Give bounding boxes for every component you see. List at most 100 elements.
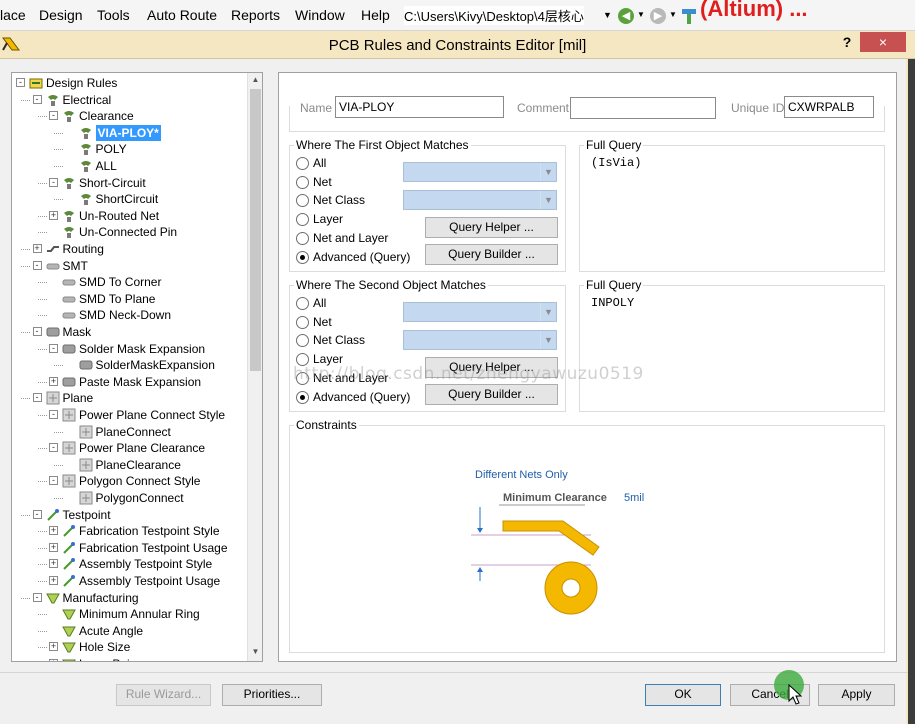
radio-layer[interactable] bbox=[296, 353, 309, 367]
tree-item[interactable]: - Short-Circuit bbox=[12, 175, 248, 191]
menu-design[interactable]: Design bbox=[39, 7, 83, 23]
expand-icon[interactable]: + bbox=[49, 526, 58, 536]
radio-all[interactable] bbox=[296, 157, 309, 170]
tree-item[interactable]: SMD To Corner bbox=[12, 274, 248, 290]
radio-advanced-query[interactable] bbox=[296, 390, 309, 404]
expand-icon[interactable]: + bbox=[49, 210, 58, 220]
tree-item[interactable]: - Plane bbox=[12, 390, 248, 406]
tree-item[interactable]: - SMT bbox=[12, 258, 248, 274]
forward-icon[interactable]: ▶ bbox=[650, 8, 666, 24]
menu-window[interactable]: Window bbox=[295, 7, 345, 23]
tree-item[interactable]: - Power Plane Connect Style bbox=[12, 407, 248, 423]
tree-item[interactable]: Un-Connected Pin bbox=[12, 224, 248, 240]
first-query-builder-button[interactable]: Query Builder ... bbox=[425, 244, 558, 265]
tree-scrollbar[interactable]: ▲ ▼ bbox=[247, 73, 262, 661]
different-nets-only-link[interactable]: Different Nets Only bbox=[475, 469, 568, 481]
tree-item[interactable]: + Routing bbox=[12, 241, 248, 257]
tree-item[interactable]: + Fabrication Testpoint Usage bbox=[12, 540, 248, 556]
tree-item[interactable]: ShortCircuit bbox=[12, 191, 248, 207]
back-icon[interactable]: ◀ bbox=[618, 8, 634, 24]
tree-item[interactable]: Acute Angle bbox=[12, 623, 248, 639]
tree-item[interactable]: - Mask bbox=[12, 324, 248, 340]
help-button[interactable]: ? bbox=[838, 34, 856, 54]
first-full-query-text[interactable]: (IsVia) bbox=[591, 156, 641, 170]
collapse-icon[interactable]: - bbox=[32, 327, 42, 336]
tree-item[interactable]: - Clearance bbox=[12, 108, 248, 124]
radio-all[interactable] bbox=[296, 297, 309, 310]
second-full-query-text[interactable]: INPOLY bbox=[591, 296, 634, 310]
tree-item[interactable]: ALL bbox=[12, 158, 248, 174]
expand-icon[interactable]: + bbox=[49, 659, 58, 661]
tree-item[interactable]: VIA-PLOY* bbox=[12, 124, 248, 141]
tree-item[interactable]: + Hole Size bbox=[12, 639, 248, 655]
menu-tools[interactable]: Tools bbox=[97, 7, 130, 23]
tree-item[interactable]: - Polygon Connect Style bbox=[12, 473, 248, 489]
tree-item[interactable]: - Electrical bbox=[12, 92, 248, 108]
tree-item[interactable]: SolderMaskExpansion bbox=[12, 357, 248, 373]
radio-net[interactable] bbox=[296, 175, 309, 189]
menu-place[interactable]: lace bbox=[0, 7, 26, 23]
menu-auto-route[interactable]: Auto Route bbox=[147, 7, 217, 23]
tree-item[interactable]: + Assembly Testpoint Usage bbox=[12, 573, 248, 589]
first-query-helper-button[interactable]: Query Helper ... bbox=[425, 217, 558, 238]
tree-item[interactable]: - Testpoint bbox=[12, 507, 248, 523]
radio-advanced-query[interactable] bbox=[296, 250, 309, 264]
tree-item[interactable]: + Paste Mask Expansion bbox=[12, 374, 248, 390]
tree-item[interactable]: - Design Rules bbox=[12, 75, 248, 91]
collapse-icon[interactable]: - bbox=[49, 443, 58, 453]
tree-item[interactable]: PlaneClearance bbox=[12, 457, 248, 473]
collapse-icon[interactable]: - bbox=[49, 111, 58, 121]
menu-help[interactable]: Help bbox=[361, 7, 390, 23]
tree-item[interactable]: Minimum Annular Ring bbox=[12, 606, 248, 622]
collapse-icon[interactable]: - bbox=[32, 592, 42, 602]
apply-button[interactable]: Apply bbox=[818, 684, 895, 706]
tree-item[interactable]: + Layer Pairs bbox=[12, 656, 248, 661]
tree-item[interactable]: + Fabrication Testpoint Style bbox=[12, 523, 248, 539]
expand-icon[interactable]: + bbox=[49, 559, 58, 569]
tree-item[interactable]: - Power Plane Clearance bbox=[12, 440, 248, 456]
scroll-up-icon[interactable]: ▲ bbox=[250, 75, 261, 87]
forward-dropdown-icon[interactable]: ▼ bbox=[669, 10, 677, 19]
scroll-down-icon[interactable]: ▼ bbox=[250, 647, 261, 659]
back-dropdown-icon[interactable]: ▼ bbox=[637, 10, 645, 19]
tree-item[interactable]: - Solder Mask Expansion bbox=[12, 341, 248, 357]
comment-field[interactable] bbox=[570, 97, 716, 119]
radio-net-and-layer[interactable] bbox=[296, 371, 309, 385]
radio-net-and-layer[interactable] bbox=[296, 231, 309, 245]
close-button[interactable]: × bbox=[860, 32, 906, 52]
tree-item[interactable]: + Assembly Testpoint Style bbox=[12, 556, 248, 572]
expand-icon[interactable]: + bbox=[32, 244, 42, 253]
tree-item[interactable]: + Un-Routed Net bbox=[12, 208, 248, 224]
menu-reports[interactable]: Reports bbox=[231, 7, 280, 23]
tree-item[interactable]: - Manufacturing bbox=[12, 590, 248, 606]
radio-net[interactable] bbox=[296, 315, 309, 329]
tree-item[interactable]: PolygonConnect bbox=[12, 490, 248, 506]
tree-item[interactable]: PlaneConnect bbox=[12, 424, 248, 440]
collapse-icon[interactable]: - bbox=[32, 509, 42, 519]
tree-scroll-thumb[interactable] bbox=[250, 89, 261, 371]
unique-id-field[interactable]: CXWRPALB bbox=[784, 96, 874, 118]
tools-icon[interactable] bbox=[680, 7, 700, 25]
tree-item[interactable]: SMD Neck-Down bbox=[12, 307, 248, 323]
collapse-icon[interactable]: - bbox=[49, 476, 58, 486]
expand-icon[interactable]: + bbox=[49, 576, 58, 585]
collapse-icon[interactable]: - bbox=[16, 78, 25, 87]
ok-button[interactable]: OK bbox=[645, 684, 721, 706]
name-field[interactable]: VIA-PLOY bbox=[335, 96, 504, 118]
rule-wizard-button[interactable]: Rule Wizard... bbox=[116, 684, 211, 706]
expand-icon[interactable]: + bbox=[49, 376, 58, 386]
collapse-icon[interactable]: - bbox=[32, 260, 42, 270]
collapse-icon[interactable]: - bbox=[49, 410, 58, 419]
path-dropdown-icon[interactable]: ▼ bbox=[603, 10, 612, 20]
radio-layer[interactable] bbox=[296, 213, 309, 227]
expand-icon[interactable]: + bbox=[49, 542, 58, 552]
document-path[interactable]: C:\Users\Kivy\Desktop\4层核心 bbox=[404, 6, 584, 25]
second-query-helper-button[interactable]: Query Helper ... bbox=[425, 357, 558, 378]
tree-item[interactable]: POLY bbox=[12, 141, 248, 157]
rules-tree[interactable]: - Design Rules - Electrical - Clearance VIA-PL… bbox=[11, 72, 263, 662]
collapse-icon[interactable]: - bbox=[49, 177, 58, 187]
priorities-button[interactable]: Priorities... bbox=[222, 684, 322, 706]
expand-icon[interactable]: + bbox=[49, 642, 58, 652]
tree-item[interactable]: SMD To Plane bbox=[12, 291, 248, 307]
second-query-builder-button[interactable]: Query Builder ... bbox=[425, 384, 558, 405]
